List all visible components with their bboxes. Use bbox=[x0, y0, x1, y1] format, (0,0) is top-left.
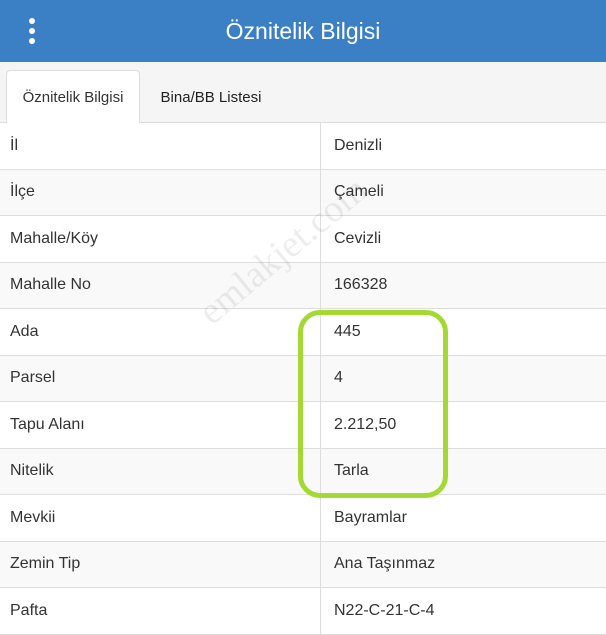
tab-bar: Öznitelik Bilgisi Bina/BB Listesi bbox=[0, 62, 606, 124]
row-value: Ana Taşınmaz bbox=[334, 555, 436, 573]
vertical-ellipsis-icon[interactable] bbox=[22, 16, 42, 46]
row-key: Parsel bbox=[0, 355, 321, 401]
table-row: Pafta N22-C-21-C-4 bbox=[0, 588, 606, 635]
row-value: Bayramlar bbox=[334, 508, 407, 526]
row-key: İl bbox=[0, 123, 321, 169]
tab-building-list[interactable]: Bina/BB Listesi bbox=[141, 70, 281, 124]
tab-attribute-info[interactable]: Öznitelik Bilgisi bbox=[6, 70, 140, 124]
table-row: Parsel 4 bbox=[0, 355, 606, 402]
table-row: Mahalle/Köy Cevizli bbox=[0, 216, 606, 263]
row-value: Denizli bbox=[334, 136, 383, 154]
table-row: Nitelik Tarla bbox=[0, 448, 606, 495]
row-value: 2.212,50 bbox=[334, 415, 397, 433]
attribute-table: İl Denizli İlçe Çameli Mahalle/Köy Ceviz… bbox=[0, 123, 606, 635]
row-value: Tarla bbox=[334, 462, 369, 480]
menu-dot bbox=[29, 18, 35, 24]
row-key: Mahalle No bbox=[0, 262, 321, 308]
page-title: Öznitelik Bilgisi bbox=[225, 17, 381, 44]
app-header: Öznitelik Bilgisi bbox=[0, 0, 606, 62]
table-row: İlçe Çameli bbox=[0, 169, 606, 216]
row-key: Pafta bbox=[0, 588, 321, 634]
row-key: İlçe bbox=[0, 169, 321, 215]
menu-dot bbox=[29, 38, 35, 44]
table-row: Tapu Alanı 2.212,50 bbox=[0, 402, 606, 449]
row-key: Nitelik bbox=[0, 448, 321, 494]
row-value: Cevizli bbox=[334, 229, 382, 247]
row-value: 445 bbox=[334, 322, 361, 340]
row-value: 166328 bbox=[334, 276, 388, 294]
row-key: Mahalle/Köy bbox=[0, 216, 321, 262]
row-value: 4 bbox=[334, 369, 343, 387]
table-row: Mevkii Bayramlar bbox=[0, 495, 606, 542]
table-row: Ada 445 bbox=[0, 309, 606, 356]
table-row: Zemin Tip Ana Taşınmaz bbox=[0, 541, 606, 588]
row-key: Tapu Alanı bbox=[0, 402, 321, 448]
menu-dot bbox=[29, 28, 35, 34]
table-row: İl Denizli bbox=[0, 123, 606, 170]
table-row: Mahalle No 166328 bbox=[0, 262, 606, 309]
row-value: Çameli bbox=[334, 183, 384, 201]
row-key: Mevkii bbox=[0, 495, 321, 541]
row-key: Ada bbox=[0, 309, 321, 355]
row-key: Zemin Tip bbox=[0, 541, 321, 587]
row-value: N22-C-21-C-4 bbox=[334, 601, 435, 619]
